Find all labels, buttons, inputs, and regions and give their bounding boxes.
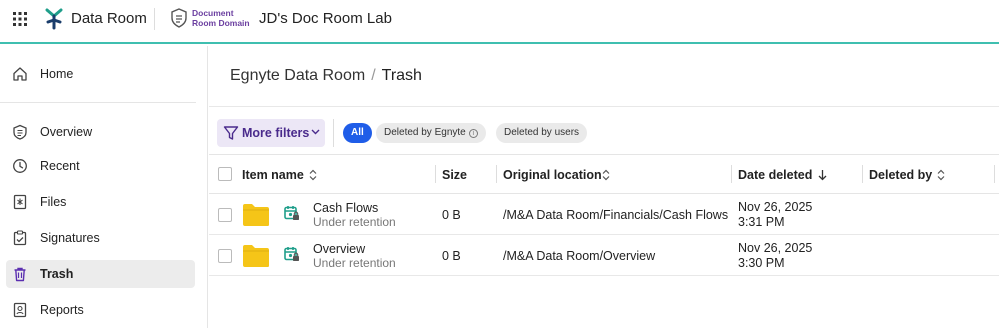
column-divider	[862, 165, 863, 183]
sidebar-item-label: Trash	[40, 267, 74, 281]
files-icon	[13, 194, 27, 210]
data-room-logo-icon[interactable]	[44, 8, 64, 30]
item-size: 0 B	[442, 249, 461, 263]
reports-icon	[13, 302, 27, 318]
filter-divider	[333, 119, 334, 147]
breadcrumb-separator: /	[371, 67, 376, 84]
chip-deleted-by-egnyte[interactable]: Deleted by Egnyte i	[376, 123, 486, 143]
column-divider	[731, 165, 732, 183]
table-row[interactable]: Overview Under retention 0 B /M&A Data R…	[209, 235, 999, 276]
retention-lock-icon	[284, 206, 299, 220]
retention-lock-icon	[284, 247, 299, 261]
filter-icon	[223, 126, 239, 140]
sidebar-item-recent[interactable]: Recent	[6, 152, 195, 180]
folder-icon	[243, 204, 269, 226]
info-icon[interactable]: i	[468, 129, 478, 138]
chip-all[interactable]: All	[343, 123, 372, 143]
signature-icon	[13, 230, 27, 246]
clock-icon	[13, 159, 27, 173]
column-header-item-name[interactable]: Item name	[242, 168, 304, 182]
domain-label: Document Room Domain	[192, 8, 250, 28]
sidebar-item-files[interactable]: Files	[6, 188, 195, 216]
item-name[interactable]: Cash Flows	[313, 201, 378, 215]
sidebar-item-label: Reports	[40, 303, 84, 317]
domain-line-1: Document	[192, 8, 234, 18]
date-deleted: Nov 26, 2025 3:30 PM	[738, 241, 813, 270]
sidebar-item-label: Recent	[40, 159, 80, 173]
retention-status: Under retention	[313, 215, 396, 229]
original-location: /M&A Data Room/Financials/Cash Flows	[503, 208, 729, 222]
sidebar-item-label: Signatures	[40, 231, 100, 245]
more-filters-label: More filters	[242, 126, 310, 140]
sidebar-item-signatures[interactable]: Signatures	[6, 224, 195, 252]
sidebar-item-label: Home	[40, 67, 74, 81]
row-checkbox[interactable]	[218, 249, 232, 263]
top-bar: Data Room Document Room Domain JD's Doc …	[0, 0, 999, 44]
header-divider	[209, 106, 999, 107]
table-header: Item name Size Original location Date de…	[209, 154, 999, 194]
sidebar-item-overview[interactable]: Overview	[6, 118, 195, 146]
sort-icon[interactable]	[309, 169, 317, 181]
sidebar-item-label: Overview	[40, 125, 93, 139]
chevron-down-icon	[311, 129, 320, 135]
column-divider	[994, 165, 995, 183]
table-row[interactable]: Cash Flows Under retention 0 B /M&A Data…	[209, 194, 999, 235]
column-divider	[435, 165, 436, 183]
domain-line-2: Room Domain	[192, 18, 250, 28]
home-icon	[13, 67, 27, 81]
sidebar-divider	[0, 102, 196, 103]
item-name[interactable]: Overview	[313, 242, 365, 256]
app-grid-icon[interactable]	[13, 12, 27, 26]
column-header-original-location[interactable]: Original location	[503, 168, 602, 182]
folder-icon	[243, 245, 269, 267]
item-size: 0 B	[442, 208, 461, 222]
breadcrumb-parent[interactable]: Egnyte Data Room	[230, 67, 365, 84]
column-header-deleted-by[interactable]: Deleted by	[869, 168, 932, 182]
sidebar: Home Overview Recent Files Signatures Tr…	[0, 46, 208, 328]
sidebar-item-label: Files	[40, 195, 67, 209]
sort-icon[interactable]	[602, 169, 610, 181]
topbar-divider	[154, 8, 155, 30]
breadcrumb: Egnyte Data Room / Trash	[230, 67, 422, 85]
chip-label: Deleted by Egnyte	[384, 127, 466, 138]
sidebar-item-trash[interactable]: Trash	[6, 260, 195, 288]
row-checkbox[interactable]	[218, 208, 232, 222]
main-content: Egnyte Data Room / Trash More filters All …	[209, 46, 999, 328]
sort-icon[interactable]	[937, 169, 945, 181]
sidebar-item-reports[interactable]: Reports	[6, 296, 195, 324]
column-divider	[496, 165, 497, 183]
room-title: JD's Doc Room Lab	[259, 10, 392, 27]
chip-deleted-by-users[interactable]: Deleted by users	[496, 123, 588, 143]
trash-icon	[14, 267, 26, 282]
select-all-checkbox[interactable]	[218, 167, 232, 181]
list-icon	[13, 124, 27, 140]
app-name[interactable]: Data Room	[71, 10, 147, 27]
column-header-date-deleted[interactable]: Date deleted	[738, 168, 812, 182]
retention-status: Under retention	[313, 256, 396, 270]
shield-icon	[171, 8, 187, 28]
arrow-down-icon[interactable]	[818, 169, 827, 181]
sidebar-item-home[interactable]: Home	[6, 60, 195, 88]
breadcrumb-current: Trash	[381, 67, 422, 84]
more-filters-button[interactable]: More filters	[217, 119, 325, 147]
date-deleted: Nov 26, 2025 3:31 PM	[738, 200, 813, 229]
column-header-size[interactable]: Size	[442, 168, 467, 182]
original-location: /M&A Data Room/Overview	[503, 249, 656, 263]
